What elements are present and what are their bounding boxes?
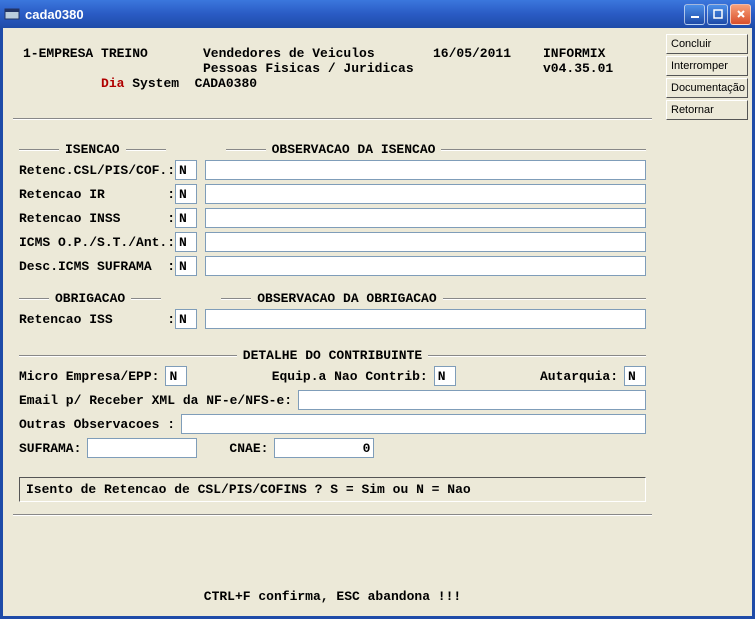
footer-separator bbox=[13, 514, 652, 516]
documentacao-button[interactable]: Documentação bbox=[666, 78, 748, 98]
header-date: 16/05/2011 bbox=[433, 46, 543, 61]
equip-label: Equip.a Nao Contrib: bbox=[272, 369, 428, 384]
retenc-inss-label: Retencao INSS : bbox=[19, 211, 175, 226]
detalhe-legend: DETALHE DO CONTRIBUINTE bbox=[19, 348, 646, 363]
retenc-ir-label: Retencao IR : bbox=[19, 187, 175, 202]
maximize-button[interactable] bbox=[707, 4, 728, 25]
autarquia-label: Autarquia: bbox=[540, 369, 618, 384]
header-subtitle: Vendedores de Veiculos bbox=[203, 46, 433, 61]
window-title: cada0380 bbox=[25, 7, 84, 22]
header-block: 1-EMPRESA TREINO Vendedores de Veiculos … bbox=[13, 40, 652, 114]
separator bbox=[13, 118, 652, 120]
equip-input[interactable] bbox=[434, 366, 456, 386]
retenc-iss-label: Retencao ISS : bbox=[19, 312, 175, 327]
header-db: INFORMIX bbox=[543, 46, 605, 61]
desc-icms-obs-input[interactable] bbox=[205, 256, 646, 276]
retenc-inss-obs-input[interactable] bbox=[205, 208, 646, 228]
retornar-button[interactable]: Retornar bbox=[666, 100, 748, 120]
titlebar: cada0380 bbox=[0, 0, 755, 28]
micro-input[interactable] bbox=[165, 366, 187, 386]
icms-op-obs-input[interactable] bbox=[205, 232, 646, 252]
concluir-button[interactable]: Concluir bbox=[666, 34, 748, 54]
desc-icms-label: Desc.ICMS SUFRAMA : bbox=[19, 259, 175, 274]
retenc-csl-obs-input[interactable] bbox=[205, 160, 646, 180]
icms-op-input[interactable] bbox=[175, 232, 197, 252]
email-label: Email p/ Receber XML da NF-e/NFS-e: bbox=[19, 393, 292, 408]
header-company: 1-EMPRESA TREINO bbox=[23, 46, 203, 61]
detalhe-title: DETALHE DO CONTRIBUINTE bbox=[237, 348, 428, 363]
interromper-button[interactable]: Interromper bbox=[666, 56, 748, 76]
close-button[interactable] bbox=[730, 4, 751, 25]
retenc-iss-obs-input[interactable] bbox=[205, 309, 646, 329]
header-line2-mid: Pessoas Fisicas / Juridicas bbox=[203, 61, 543, 106]
retenc-inss-input[interactable] bbox=[175, 208, 197, 228]
minimize-button[interactable] bbox=[684, 4, 705, 25]
desc-icms-input[interactable] bbox=[175, 256, 197, 276]
icms-op-label: ICMS O.P./S.T./Ant.: bbox=[19, 235, 175, 250]
cnae-input[interactable] bbox=[274, 438, 374, 458]
footer-hint: CTRL+F confirma, ESC abandona !!! bbox=[13, 581, 652, 608]
app-icon bbox=[4, 6, 20, 22]
outras-input[interactable] bbox=[181, 414, 646, 434]
suframa-label: SUFRAMA: bbox=[19, 441, 81, 456]
obs-isencao-title: OBSERVACAO DA ISENCAO bbox=[266, 142, 442, 157]
retenc-ir-input[interactable] bbox=[175, 184, 197, 204]
header-version: v04.35.01 bbox=[543, 61, 613, 106]
retenc-iss-input[interactable] bbox=[175, 309, 197, 329]
obrigacao-legend: OBRIGACAO OBSERVACAO DA OBRIGACAO bbox=[19, 291, 646, 306]
suframa-input[interactable] bbox=[87, 438, 197, 458]
retenc-csl-label: Retenc.CSL/PIS/COF.: bbox=[19, 163, 175, 178]
retenc-ir-obs-input[interactable] bbox=[205, 184, 646, 204]
email-input[interactable] bbox=[298, 390, 646, 410]
retenc-csl-input[interactable] bbox=[175, 160, 197, 180]
isencao-legend: ISENCAO OBSERVACAO DA ISENCAO bbox=[19, 142, 646, 157]
obrigacao-title: OBRIGACAO bbox=[49, 291, 131, 306]
isencao-title: ISENCAO bbox=[59, 142, 126, 157]
obs-obrigacao-title: OBSERVACAO DA OBRIGACAO bbox=[251, 291, 442, 306]
micro-label: Micro Empresa/EPP: bbox=[19, 369, 159, 384]
outras-label: Outras Observacoes : bbox=[19, 417, 175, 432]
status-message: Isento de Retencao de CSL/PIS/COFINS ? S… bbox=[19, 477, 646, 502]
side-panel: Concluir Interromper Documentação Retorn… bbox=[662, 28, 752, 616]
cnae-label: CNAE: bbox=[229, 441, 268, 456]
header-dia: Dia bbox=[101, 76, 124, 91]
autarquia-input[interactable] bbox=[624, 366, 646, 386]
